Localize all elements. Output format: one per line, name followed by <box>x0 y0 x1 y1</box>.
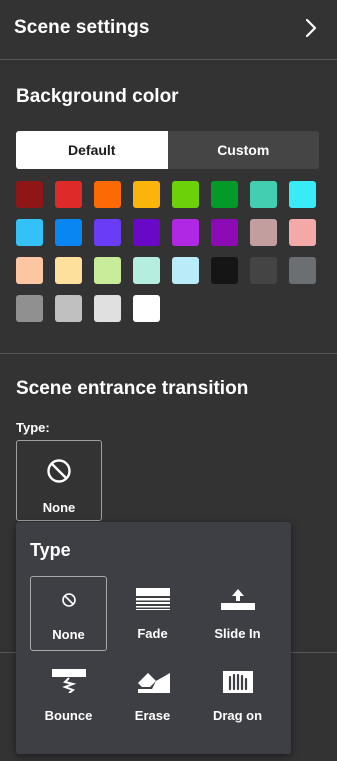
divider <box>0 353 337 354</box>
option-label: Fade <box>137 626 168 641</box>
color-swatch-grid <box>16 181 321 322</box>
color-swatch[interactable] <box>55 181 82 208</box>
default-option[interactable]: Default <box>16 131 168 169</box>
background-color-heading: Background color <box>16 86 179 107</box>
slide-in-icon <box>220 586 255 612</box>
color-swatch[interactable] <box>16 295 43 322</box>
color-swatch[interactable] <box>250 257 277 284</box>
color-swatch[interactable] <box>133 257 160 284</box>
fade-icon <box>135 586 170 612</box>
option-label: Erase <box>134 708 171 723</box>
divider <box>0 59 337 60</box>
color-swatch[interactable] <box>289 257 316 284</box>
transition-type-value: None <box>42 500 76 515</box>
color-swatch[interactable] <box>94 295 121 322</box>
color-swatch[interactable] <box>211 181 238 208</box>
color-swatch[interactable] <box>94 257 121 284</box>
no-symbol-icon <box>61 587 77 613</box>
panel-title: Scene settings <box>14 17 150 38</box>
color-swatch[interactable] <box>211 219 238 246</box>
type-label: Type: <box>16 420 50 435</box>
option-label: Slide In <box>214 626 261 641</box>
color-swatch[interactable] <box>289 219 316 246</box>
color-swatch[interactable] <box>16 181 43 208</box>
type-popup: Type None Fade Slide In Bounce Erase Dra… <box>16 522 291 754</box>
color-swatch[interactable] <box>172 181 199 208</box>
erase-icon <box>136 668 170 694</box>
type-option-fade[interactable]: Fade <box>114 576 191 651</box>
color-swatch[interactable] <box>211 257 238 284</box>
color-swatch[interactable] <box>55 295 82 322</box>
color-swatch[interactable] <box>133 181 160 208</box>
color-swatch[interactable] <box>55 219 82 246</box>
type-option-drag-on[interactable]: Drag on <box>199 658 276 733</box>
transition-type-selector[interactable]: None <box>16 440 102 521</box>
color-swatch[interactable] <box>133 295 160 322</box>
background-mode-toggle: Default Custom <box>16 131 319 169</box>
type-option-none[interactable]: None <box>30 576 107 651</box>
drag-on-icon <box>221 668 255 694</box>
color-swatch[interactable] <box>94 181 121 208</box>
transition-heading: Scene entrance transition <box>16 378 249 399</box>
color-swatch[interactable] <box>16 257 43 284</box>
color-swatch[interactable] <box>94 219 121 246</box>
color-swatch[interactable] <box>250 181 277 208</box>
option-label: None <box>52 627 85 642</box>
color-swatch[interactable] <box>289 181 316 208</box>
no-symbol-icon <box>46 458 72 489</box>
color-swatch[interactable] <box>172 219 199 246</box>
panel-header: Scene settings <box>0 0 337 56</box>
option-label: Drag on <box>212 708 263 723</box>
color-swatch[interactable] <box>133 219 160 246</box>
color-swatch[interactable] <box>172 257 199 284</box>
chevron-right-icon[interactable] <box>301 14 321 42</box>
custom-option[interactable]: Custom <box>167 131 319 169</box>
popup-title: Type <box>30 540 71 560</box>
type-option-erase[interactable]: Erase <box>114 658 191 733</box>
option-label: Bounce <box>44 708 93 723</box>
color-swatch[interactable] <box>55 257 82 284</box>
type-option-bounce[interactable]: Bounce <box>30 658 107 733</box>
bounce-icon <box>51 668 86 694</box>
type-option-slide-in[interactable]: Slide In <box>199 576 276 651</box>
color-swatch[interactable] <box>250 219 277 246</box>
color-swatch[interactable] <box>16 219 43 246</box>
